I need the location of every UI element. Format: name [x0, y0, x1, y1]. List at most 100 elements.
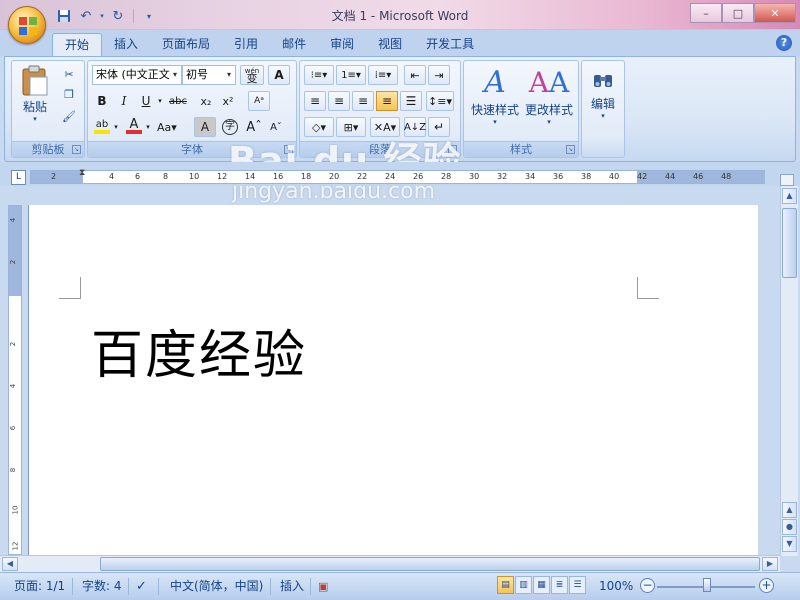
scroll-left-icon[interactable]: ◀ [2, 557, 18, 571]
indent-marker-icon[interactable]: ⧗ [79, 168, 85, 178]
copy-icon[interactable]: ❐ [60, 85, 78, 103]
editing-button[interactable]: 编辑 ▾ [584, 65, 622, 120]
vertical-scrollbar[interactable]: ▲ ▲ ● ▼ [780, 186, 798, 556]
web-layout-icon[interactable]: ▦ [533, 576, 550, 594]
paste-button[interactable]: 粘贴 ▾ [18, 65, 52, 123]
status-separator [72, 578, 73, 595]
subscript-button[interactable]: x₂ [196, 91, 216, 111]
font-color-dropdown-icon[interactable]: ▾ [144, 117, 152, 137]
character-shading-button[interactable]: A [194, 117, 216, 137]
line-spacing-button[interactable]: ↕≡▾ [426, 91, 454, 111]
editing-dropdown-icon[interactable]: ▾ [584, 112, 622, 120]
styles-launcher-icon[interactable]: ↘ [566, 145, 575, 154]
sort-button[interactable]: A↓Z [404, 117, 426, 137]
vertical-scroll-thumb[interactable] [782, 208, 797, 278]
text-highlight-button[interactable]: ab [92, 117, 112, 137]
align-center-button[interactable]: ≡ [328, 91, 350, 111]
select-browse-object-icon[interactable]: ● [782, 519, 797, 535]
multilevel-list-button[interactable]: ⁞≡▾ [368, 65, 398, 85]
numbering-button[interactable]: 1≡▾ [336, 65, 366, 85]
tab-page-layout[interactable]: 页面布局 [150, 33, 222, 56]
office-button[interactable] [8, 6, 46, 44]
increase-indent-button[interactable]: ⇥ [428, 65, 450, 85]
print-layout-view-icon[interactable]: ▤ [497, 576, 514, 594]
show-marks-button[interactable]: ↵ [428, 117, 450, 137]
tab-mailings[interactable]: 邮件 [270, 33, 318, 56]
zoom-slider-thumb[interactable] [703, 578, 711, 592]
distributed-button[interactable]: ☰ [400, 91, 422, 111]
font-launcher-icon[interactable]: ↘ [284, 145, 293, 154]
change-styles-dropdown-icon[interactable]: ▾ [522, 118, 576, 126]
tab-references[interactable]: 引用 [222, 33, 270, 56]
minimize-button[interactable]: – [690, 3, 722, 23]
horizontal-ruler[interactable]: 2 4 6 8 10 12 14 16 18 20 22 24 26 28 30… [30, 168, 765, 184]
paste-dropdown-icon[interactable]: ▾ [18, 115, 52, 123]
tab-developer[interactable]: 开发工具 [414, 33, 486, 56]
superscript-button[interactable]: x² [218, 91, 238, 111]
zoom-level[interactable]: 100% [599, 578, 633, 595]
vertical-ruler[interactable]: 4 2 2 4 6 8 10 12 [8, 205, 22, 555]
shading-button[interactable]: ◇▾ [304, 117, 334, 137]
enclose-characters-button[interactable]: 字 [220, 117, 240, 137]
document-page[interactable]: 百度经验 [28, 205, 758, 565]
highlight-dropdown-icon[interactable]: ▾ [112, 117, 120, 137]
borders-button[interactable]: ⊞▾ [336, 117, 366, 137]
justify-button[interactable]: ≡ [376, 91, 398, 111]
page-count-status[interactable]: 页面: 1/1 [14, 578, 65, 595]
clear-formatting-button[interactable]: Aᵃ [248, 91, 270, 111]
shrink-font-button[interactable]: Aˇ [266, 117, 286, 137]
tab-review[interactable]: 审阅 [318, 33, 366, 56]
word-count-status[interactable]: 字数: 4 [82, 578, 122, 595]
document-text[interactable]: 百度经验 [91, 313, 307, 388]
draft-view-icon[interactable]: ☰ [569, 576, 586, 594]
horizontal-scroll-thumb[interactable] [100, 557, 760, 571]
bold-button[interactable]: B [92, 91, 112, 111]
scroll-up-icon[interactable]: ▲ [782, 188, 797, 204]
cut-icon[interactable]: ✂ [60, 65, 78, 83]
previous-page-icon[interactable]: ▲ [782, 502, 797, 518]
quick-styles-button[interactable]: A 快速样式 ▾ [468, 65, 522, 126]
tab-home[interactable]: 开始 [52, 33, 103, 56]
insert-mode-status[interactable]: 插入 [280, 578, 304, 595]
close-button[interactable]: ✕ [754, 3, 796, 23]
proofing-icon[interactable]: ✓ [136, 578, 147, 595]
next-page-icon[interactable]: ▼ [782, 536, 797, 552]
strikethrough-button[interactable]: abc [168, 91, 188, 111]
italic-button[interactable]: I [114, 91, 134, 111]
clipboard-launcher-icon[interactable]: ↘ [72, 145, 81, 154]
maximize-button[interactable]: □ [722, 3, 754, 23]
font-size-combo[interactable]: 初号 ▾ [182, 65, 236, 85]
grow-font-button[interactable]: Aˆ [244, 117, 264, 137]
chinese-layout-button[interactable]: ✕A▾ [370, 117, 400, 137]
format-painter-icon[interactable]: 🖌 [60, 107, 78, 125]
view-ruler-toggle[interactable] [780, 174, 794, 186]
underline-button[interactable]: U [136, 91, 156, 111]
tab-view[interactable]: 视图 [366, 33, 414, 56]
quick-styles-dropdown-icon[interactable]: ▾ [468, 118, 522, 126]
character-border-button[interactable]: A [268, 65, 290, 85]
outline-view-icon[interactable]: ≣ [551, 576, 568, 594]
font-name-combo[interactable]: 宋体 (中文正文 ▾ [92, 65, 182, 85]
help-icon[interactable]: ? [776, 35, 792, 51]
paragraph-launcher-icon[interactable]: ↘ [448, 145, 457, 154]
phonetic-guide-button[interactable]: wén 变 [240, 65, 264, 85]
tab-selector-icon[interactable]: L [11, 170, 26, 185]
change-styles-button[interactable]: AA 更改样式 ▾ [522, 65, 576, 126]
scroll-right-icon[interactable]: ▶ [762, 557, 778, 571]
font-color-button[interactable]: A [124, 117, 144, 137]
horizontal-scrollbar[interactable]: ◀ ▶ [0, 555, 780, 572]
full-screen-reading-icon[interactable]: ▥ [515, 576, 532, 594]
align-left-button[interactable]: ≡ [304, 91, 326, 111]
bullets-button[interactable]: ⁝≡▾ [304, 65, 334, 85]
macro-record-icon[interactable]: ▣ [318, 578, 328, 595]
tab-insert[interactable]: 插入 [102, 33, 150, 56]
decrease-indent-button[interactable]: ⇤ [404, 65, 426, 85]
zoom-out-icon[interactable]: − [640, 578, 655, 593]
zoom-in-icon[interactable]: + [759, 578, 774, 593]
change-case-button[interactable]: Aa▾ [156, 117, 178, 137]
underline-dropdown-icon[interactable]: ▾ [156, 91, 164, 111]
font-name-dropdown-icon[interactable]: ▾ [169, 66, 181, 84]
align-right-button[interactable]: ≡ [352, 91, 374, 111]
font-size-dropdown-icon[interactable]: ▾ [223, 66, 235, 84]
language-status[interactable]: 中文(简体，中国) [170, 578, 263, 595]
